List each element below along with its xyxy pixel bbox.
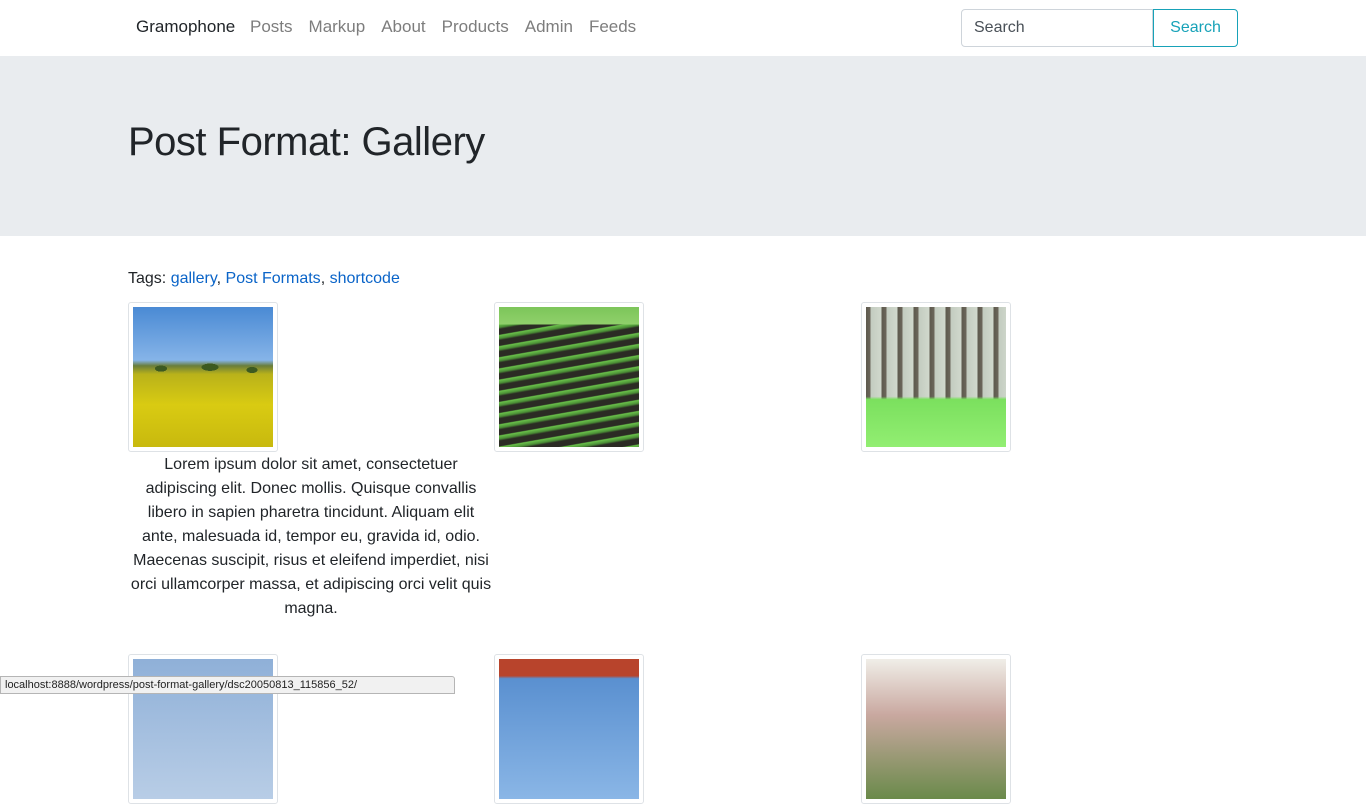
gallery-thumbnail-lettuce-rows[interactable] bbox=[494, 302, 644, 452]
nav-link-feeds[interactable]: Feeds bbox=[589, 17, 636, 37]
gallery-thumbnail-pine-forest[interactable] bbox=[861, 302, 1011, 452]
page-header: Post Format: Gallery bbox=[0, 56, 1366, 236]
gallery-thumbnail-trees[interactable] bbox=[861, 654, 1011, 804]
pine-forest-image bbox=[866, 307, 1006, 447]
search-button[interactable]: Search bbox=[1153, 9, 1238, 47]
gallery-thumbnail-bridge[interactable] bbox=[494, 654, 644, 804]
tag-link-shortcode[interactable]: shortcode bbox=[330, 270, 400, 287]
nav-link-markup[interactable]: Markup bbox=[309, 17, 366, 37]
tags-label: Tags: bbox=[128, 270, 167, 287]
bridge-image bbox=[499, 659, 639, 799]
lettuce-rows-image bbox=[499, 307, 639, 447]
nav-link-about[interactable]: About bbox=[381, 17, 425, 37]
gallery-thumbnail-canola-field[interactable] bbox=[128, 302, 278, 452]
gallery-caption: Lorem ipsum dolor sit amet, consectetuer… bbox=[130, 456, 492, 617]
page-title: Post Format: Gallery bbox=[128, 120, 485, 164]
nav-links: Posts Markup About Products Admin Feeds bbox=[250, 17, 652, 37]
browser-status-bar: localhost:8888/wordpress/post-format-gal… bbox=[0, 676, 455, 694]
nav-link-posts[interactable]: Posts bbox=[250, 17, 293, 37]
post-tags: Tags: gallery, Post Formats, shortcode bbox=[128, 270, 400, 287]
nav-link-products[interactable]: Products bbox=[442, 17, 509, 37]
navbar: Gramophone Posts Markup About Products A… bbox=[0, 0, 1366, 56]
nav-link-admin[interactable]: Admin bbox=[525, 17, 573, 37]
tag-link-post-formats[interactable]: Post Formats bbox=[226, 270, 321, 287]
search-input[interactable] bbox=[961, 9, 1153, 47]
brand-link[interactable]: Gramophone bbox=[136, 17, 235, 37]
canola-field-image bbox=[133, 307, 273, 447]
trees-image bbox=[866, 659, 1006, 799]
tag-link-gallery[interactable]: gallery bbox=[171, 270, 217, 287]
